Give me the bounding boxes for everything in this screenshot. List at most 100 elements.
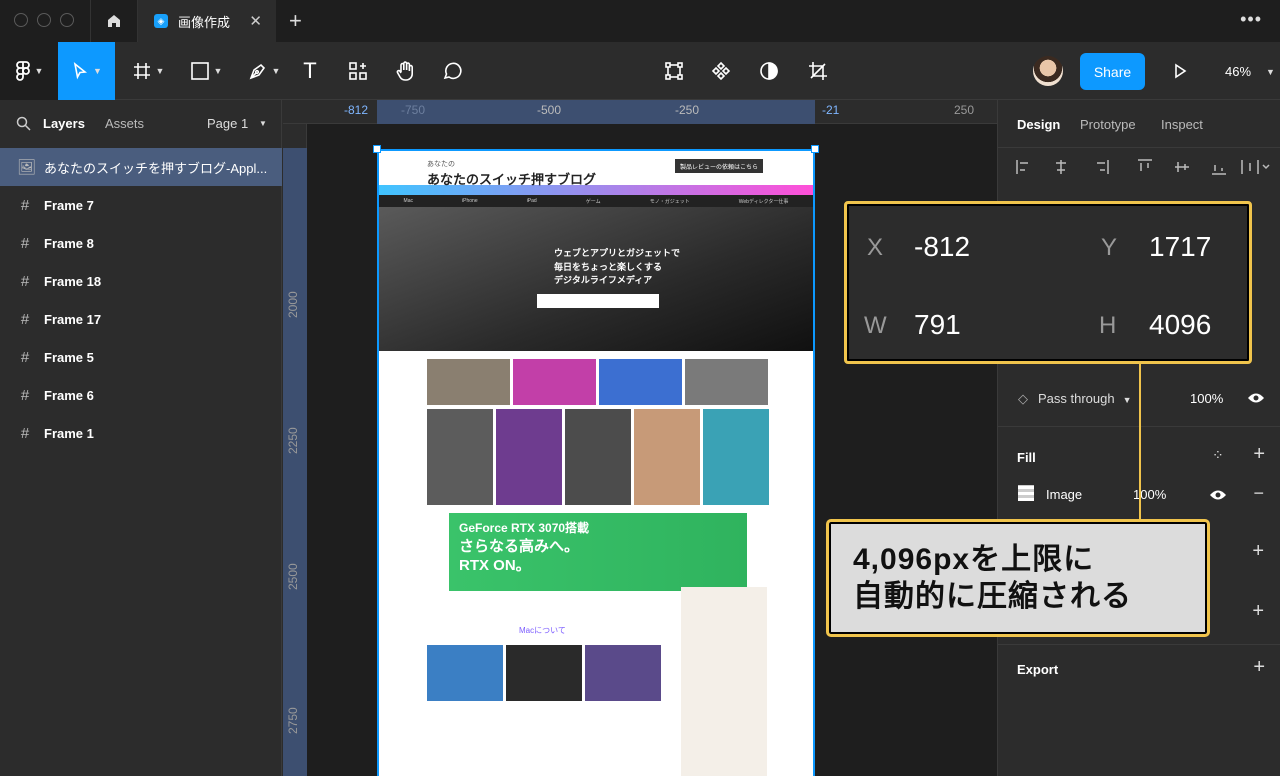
create-component-button[interactable] — [703, 42, 739, 100]
article-card — [565, 409, 631, 505]
share-button[interactable]: Share — [1080, 53, 1145, 90]
hero-line: 毎日をちょっと楽しくする — [554, 261, 663, 272]
export-section: Export + — [998, 644, 1280, 776]
home-icon — [108, 15, 120, 27]
user-avatar[interactable] — [1033, 56, 1063, 86]
tab-prototype[interactable]: Prototype — [1080, 117, 1136, 132]
shape-tool-button[interactable]: ▼ — [178, 42, 234, 100]
layer-label: あなたのスイッチを押すブログ-Appl... — [44, 160, 268, 176]
more-options-icon[interactable]: ••• — [1240, 9, 1262, 30]
tab-inspect[interactable]: Inspect — [1161, 117, 1203, 132]
tab-layers[interactable]: Layers — [43, 116, 85, 131]
mask-button[interactable] — [751, 42, 787, 100]
close-tab-icon[interactable]: ✕ — [249, 12, 262, 30]
fill-title: Fill — [1017, 450, 1036, 465]
fill-type[interactable]: Image — [1046, 487, 1082, 502]
ruler-label: 2000 — [286, 291, 300, 318]
ruler-label: -500 — [537, 103, 562, 117]
resources-button[interactable] — [340, 42, 376, 100]
selected-image[interactable]: あなたの あなたのスイッチ押すブログ 製品レビューの依頼はこちら Mac iPh… — [377, 149, 815, 776]
ruler-label: 2750 — [286, 707, 300, 734]
remove-fill-button[interactable]: − — [1253, 483, 1264, 504]
webpage-nav-item: ゲーム — [585, 198, 601, 205]
horizontal-ruler: -812 -750 -500 -250 -21 250 — [283, 100, 997, 124]
present-button[interactable] — [1162, 42, 1198, 100]
layer-item-frame[interactable]: # Frame 7 — [0, 186, 282, 224]
frame-tool-button[interactable]: ▼ — [120, 42, 176, 100]
resize-handle[interactable] — [373, 145, 381, 153]
layer-item-frame[interactable]: # Frame 6 — [0, 376, 282, 414]
y-label: Y — [1101, 234, 1118, 261]
hand-tool-button[interactable] — [388, 42, 424, 100]
callout-connector — [1139, 364, 1141, 520]
comment-tool-button[interactable] — [434, 42, 470, 100]
chevron-down-icon[interactable]: ▼ — [259, 119, 267, 128]
window-close-button[interactable] — [14, 13, 28, 27]
crop-button[interactable] — [800, 42, 836, 100]
layer-item-frame[interactable]: # Frame 1 — [0, 414, 282, 452]
hero-line: デジタルライフメディア — [554, 275, 653, 285]
eye-icon[interactable] — [1247, 392, 1265, 404]
home-tab[interactable] — [90, 0, 138, 42]
ad-line: RTX ON。 — [459, 557, 531, 575]
zoom-level[interactable]: 46% — [1225, 64, 1251, 79]
layer-item-frame[interactable]: # Frame 5 — [0, 338, 282, 376]
ruler-label: -250 — [675, 103, 700, 117]
image-icon: 🖼 — [17, 159, 37, 176]
tab-assets[interactable]: Assets — [105, 116, 144, 131]
pen-tool-button[interactable]: ▼ — [236, 42, 292, 100]
resize-handle[interactable] — [811, 145, 819, 153]
contrast-icon — [760, 62, 778, 80]
layer-opacity[interactable]: 100% — [1190, 391, 1223, 406]
feature-card — [513, 359, 596, 405]
add-export-button[interactable]: + — [1253, 656, 1265, 679]
webpage-header-button: 製品レビューの依頼はこちら — [675, 159, 763, 173]
webpage-hero-text: ウェブとアプリとガジェットで 毎日をちょっと楽しくする デジタルライフメディア — [554, 247, 680, 288]
component-icon — [711, 61, 731, 81]
layer-item-image[interactable]: 🖼 あなたのスイッチを押すブログ-Appl... — [0, 148, 282, 186]
toolbar: ▼ ▼ ▼ ▼ ▼ T Share 46% ▼ — [0, 42, 1280, 100]
ruler-label: 250 — [954, 103, 975, 117]
comment-icon — [443, 62, 462, 80]
vector-edit-button[interactable] — [656, 42, 692, 100]
layer-item-frame[interactable]: # Frame 18 — [0, 262, 282, 300]
add-effect-button[interactable]: + — [1252, 600, 1264, 623]
frame-icon: # — [20, 424, 30, 442]
main-menu-button[interactable]: ▼ — [0, 42, 58, 100]
eye-icon[interactable] — [1209, 489, 1227, 501]
crop-icon — [809, 62, 827, 80]
play-icon — [1175, 63, 1187, 79]
text-tool-button[interactable]: T — [292, 42, 328, 100]
tab-design[interactable]: Design — [1017, 117, 1060, 132]
webpage-logo-small: あなたの — [427, 161, 455, 168]
chevron-down-icon[interactable]: ▼ — [1266, 67, 1275, 77]
window-minimize-button[interactable] — [37, 13, 51, 27]
blend-mode-select[interactable]: ◇ Pass through ▼ — [1018, 391, 1132, 407]
properties-tabs: Design Prototype Inspect — [998, 100, 1280, 148]
fill-opacity[interactable]: 100% — [1133, 487, 1166, 502]
webpage-nav: Mac iPhone iPad ゲーム モノ・ガジェット Webディレクター仕事 — [379, 195, 813, 207]
frame-icon: # — [20, 234, 30, 252]
layer-item-frame[interactable]: # Frame 17 — [0, 300, 282, 338]
new-tab-button[interactable]: + — [289, 8, 302, 34]
position-size-callout: X -812 Y 1717 W 791 H 4096 — [844, 201, 1252, 364]
webpage-search-box — [537, 294, 659, 308]
move-tool-button[interactable]: ▼ — [58, 42, 115, 100]
styles-grid-icon[interactable]: ⁘ — [1212, 447, 1224, 464]
article-card — [634, 409, 700, 505]
page-selector[interactable]: Page 1 — [207, 116, 248, 131]
chevron-down-icon: ▼ — [1122, 395, 1132, 405]
add-stroke-button[interactable]: + — [1252, 540, 1264, 563]
ad-line: GeForce RTX 3070搭載 — [459, 521, 590, 535]
window-zoom-button[interactable] — [60, 13, 74, 27]
file-tab[interactable]: ◈ 画像作成 ✕ — [138, 0, 276, 42]
search-icon[interactable] — [16, 116, 31, 131]
chevron-down-icon: ▼ — [34, 66, 44, 76]
file-tab-label: 画像作成 — [178, 14, 231, 30]
align-toolbar[interactable] — [1014, 156, 1274, 178]
layer-item-frame[interactable]: # Frame 8 — [0, 224, 282, 262]
chevron-down-icon: ▼ — [155, 66, 165, 76]
add-fill-button[interactable]: + — [1253, 443, 1265, 466]
article-card — [703, 409, 769, 505]
fill-swatch[interactable] — [1018, 485, 1034, 501]
